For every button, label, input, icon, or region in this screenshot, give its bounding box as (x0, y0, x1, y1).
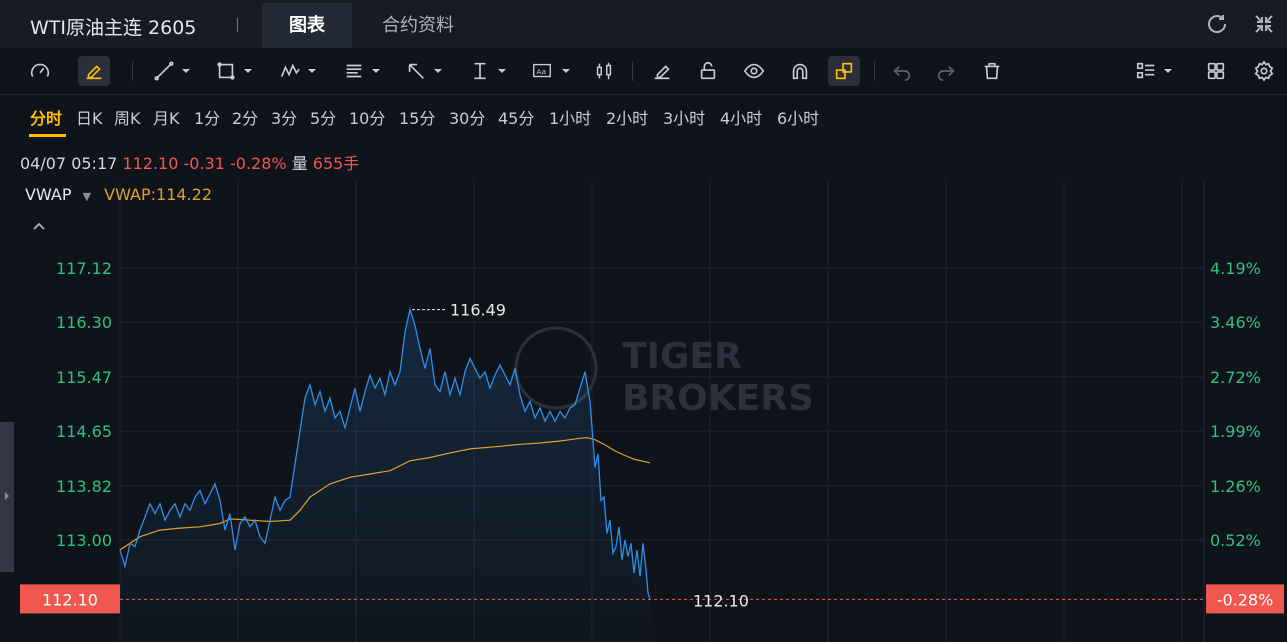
y-tick-label-left: 117.12 (56, 259, 112, 278)
quote-change-pct: -0.28% (229, 154, 287, 173)
side-panel-handle[interactable] (0, 422, 14, 572)
current-price-end-label: 112.10 (693, 591, 749, 610)
current-price-badge-left-text: 112.10 (42, 590, 98, 609)
quote-time: 04/07 05:17 (20, 154, 118, 173)
watermark-line-2: BROKERS (622, 378, 814, 419)
y-tick-label-right: 1.99% (1210, 422, 1261, 441)
volume-label: 量 (291, 154, 308, 173)
price-chart[interactable]: TIGERBROKERS 116.49 112.10 117.12 116.30 115.… (0, 0, 1287, 642)
price-area-fill (120, 309, 650, 642)
y-tick-label-left: 113.82 (56, 477, 112, 496)
quote-change: -0.31 (183, 154, 225, 173)
quote-price: 112.10 (122, 154, 179, 173)
y-tick-label-right: 1.26% (1210, 477, 1261, 496)
y-tick-label-right: 3.46% (1210, 313, 1261, 332)
indicator-value: VWAP:114.22 (104, 185, 212, 204)
y-tick-label-right: 4.19% (1210, 259, 1261, 278)
y-tick-label-right: 2.72% (1210, 368, 1261, 387)
indicator-name[interactable]: VWAP (25, 185, 71, 204)
high-price-label: 116.49 (450, 301, 506, 320)
current-pct-badge-right-text: -0.28% (1217, 590, 1274, 609)
y-tick-label-left: 115.47 (56, 368, 112, 387)
quote-line: 04/07 05:17 112.10 -0.31 -0.28% 量 655手 (20, 150, 359, 174)
indicator-row: VWAP ▼ VWAP:114.22 (25, 185, 212, 204)
y-tick-label-left: 116.30 (56, 313, 112, 332)
chevron-up-icon[interactable] (32, 216, 46, 235)
y-tick-label-left: 113.00 (56, 531, 112, 550)
quote-volume: 655手 (312, 154, 360, 173)
watermark-line-1: TIGER (622, 336, 742, 377)
y-tick-label-left: 114.65 (56, 422, 112, 441)
caret-down-icon[interactable]: ▼ (83, 190, 91, 203)
y-tick-label-right: 0.52% (1210, 531, 1261, 550)
